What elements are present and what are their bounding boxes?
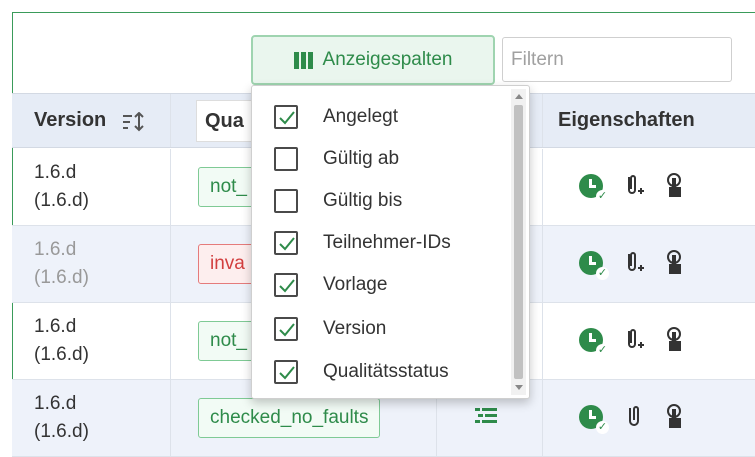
version-paren-text: (1.6.d) <box>34 190 89 211</box>
column-chooser-menu: Angelegt Gültig ab Gültig bis Teilnehmer… <box>251 85 530 399</box>
scroll-up-icon[interactable] <box>515 94 523 99</box>
version-cell: 1.6.d (1.6.d) <box>34 236 89 292</box>
history-clock-check-icon[interactable]: ✓ <box>579 174 609 203</box>
menu-item-version[interactable]: Version <box>252 308 512 350</box>
menu-item-label: Version <box>323 318 387 339</box>
columns-button-label: Anzeigespalten <box>322 49 453 70</box>
menu-item-label: Angelegt <box>323 106 399 127</box>
version-paren-text: (1.6.d) <box>34 344 89 365</box>
properties-cell: ✓ <box>579 404 685 434</box>
menu-scrollbar[interactable] <box>511 89 526 395</box>
header-quality: Qua <box>205 110 244 132</box>
version-text: 1.6.d <box>34 316 77 337</box>
version-text: 1.6.d <box>34 393 77 414</box>
version-text: 1.6.d <box>34 239 77 260</box>
history-clock-check-icon[interactable]: ✓ <box>579 328 609 357</box>
attachment-icon[interactable] <box>624 404 644 430</box>
checkbox-checked-icon[interactable] <box>274 273 298 297</box>
menu-item-label: Gültig bis <box>323 190 403 211</box>
menu-item-label: Teilnehmer-IDs <box>323 232 451 253</box>
version-cell: 1.6.d (1.6.d) <box>34 390 89 446</box>
version-cell: 1.6.d (1.6.d) <box>34 159 89 215</box>
scroll-down-icon[interactable] <box>515 385 523 390</box>
touch-hand-icon[interactable] <box>665 404 685 430</box>
properties-cell: ✓ <box>579 173 685 203</box>
attachment-add-icon[interactable] <box>624 250 644 276</box>
touch-hand-icon[interactable] <box>665 173 685 199</box>
menu-item-angelegt[interactable]: Angelegt <box>252 96 512 138</box>
checkbox-checked-icon[interactable] <box>274 360 298 384</box>
touch-hand-icon[interactable] <box>665 327 685 353</box>
properties-cell: ✓ <box>579 327 685 357</box>
filter-input[interactable] <box>502 37 732 82</box>
menu-item-label: Qualitätsstatus <box>323 361 449 382</box>
version-cell: 1.6.d (1.6.d) <box>34 313 89 369</box>
menu-item-label: Gültig ab <box>323 148 400 169</box>
menu-item-gueltig-bis[interactable]: Gültig bis <box>252 180 512 222</box>
history-clock-check-icon[interactable]: ✓ <box>579 405 609 434</box>
menu-item-teilnehmer-ids[interactable]: Teilnehmer-IDs <box>252 222 512 264</box>
columns-toggle-button[interactable]: Anzeigespalten <box>251 35 495 85</box>
menu-item-vorlage[interactable]: Vorlage <box>252 264 512 306</box>
attachment-add-icon[interactable] <box>624 173 644 199</box>
scroll-thumb[interactable] <box>514 105 523 379</box>
sort-icon[interactable] <box>123 112 147 132</box>
properties-cell: ✓ <box>579 250 685 280</box>
header-properties[interactable]: Eigenschaften <box>558 109 695 132</box>
version-paren-text: (1.6.d) <box>34 421 89 442</box>
menu-item-qualitaetsstatus[interactable]: Qualitätsstatus <box>252 351 512 393</box>
columns-icon <box>293 51 313 69</box>
checkbox-checked-icon[interactable] <box>274 317 298 341</box>
version-paren-text: (1.6.d) <box>34 267 89 288</box>
checkbox-empty-icon[interactable] <box>274 189 298 213</box>
attachment-add-icon[interactable] <box>624 327 644 353</box>
checkbox-empty-icon[interactable] <box>274 147 298 171</box>
version-text: 1.6.d <box>34 162 77 183</box>
checkbox-checked-icon[interactable] <box>274 231 298 255</box>
details-list-icon[interactable] <box>475 407 497 427</box>
touch-hand-icon[interactable] <box>665 250 685 276</box>
header-version[interactable]: Version <box>34 109 106 132</box>
status-badge[interactable]: checked_no_faults <box>198 398 381 438</box>
menu-item-gueltig-ab[interactable]: Gültig ab <box>252 138 512 180</box>
menu-item-label: Vorlage <box>323 274 388 295</box>
history-clock-check-icon[interactable]: ✓ <box>579 251 609 280</box>
checkbox-checked-icon[interactable] <box>274 105 298 129</box>
